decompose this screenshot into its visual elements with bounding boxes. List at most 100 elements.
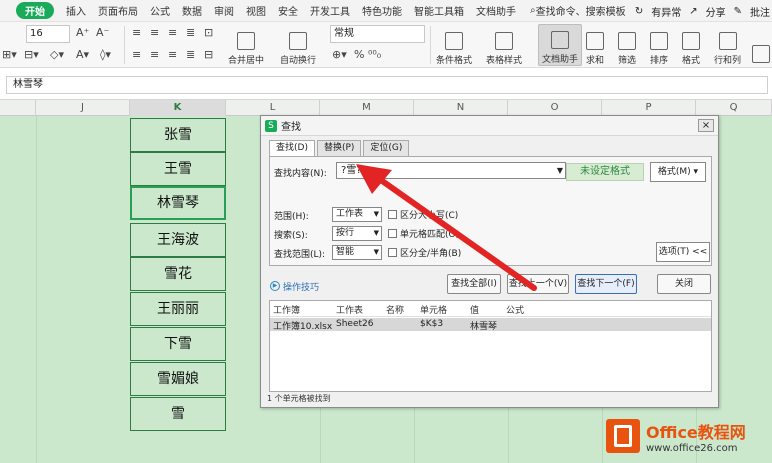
results-header-workbook: 工作簿	[273, 306, 301, 316]
column-header-o[interactable]: O	[508, 100, 602, 116]
align-bottom-icon[interactable]: ≡	[168, 26, 177, 39]
sum-button[interactable]: 求和	[586, 24, 604, 66]
border-icon[interactable]: ⊞▾	[2, 48, 17, 61]
fill-bucket-icon[interactable]: ◇▾	[50, 48, 64, 61]
align-top-icon[interactable]: ≡	[132, 26, 141, 39]
look-in-select[interactable]: 智能 ▼	[332, 245, 382, 260]
filter-button[interactable]: 筛选	[618, 24, 636, 66]
orientation-icon[interactable]: ⊡	[204, 26, 213, 39]
clear-icon[interactable]: ◊▾	[100, 48, 111, 61]
format-button[interactable]: 格式	[682, 24, 700, 66]
number-format-select[interactable]: 常规	[330, 25, 425, 43]
align-left-icon[interactable]: ≡	[132, 48, 141, 61]
distribute-icon[interactable]: ⊟	[204, 48, 213, 61]
share-button[interactable]: 分享	[706, 4, 726, 19]
command-search[interactable]: ⌕ 查找命令、搜索模板	[530, 3, 626, 18]
filter-label: 筛选	[618, 56, 637, 66]
justify-icon[interactable]: ≣	[186, 48, 195, 61]
match-case-checkbox[interactable]	[388, 210, 397, 219]
row-col-button[interactable]: 行和列	[714, 24, 741, 66]
tab-goto[interactable]: 定位(G)	[363, 140, 410, 156]
menu-features[interactable]: 特色功能	[362, 3, 402, 18]
results-header-cell: 单元格	[420, 306, 448, 316]
options-toggle-button[interactable]: 选项(T) <<	[656, 242, 710, 262]
find-next-button[interactable]: 查找下一个(F)	[575, 274, 637, 294]
cell-k9[interactable]: 雪	[130, 397, 226, 431]
scope-select[interactable]: 工作表 ▼	[332, 207, 382, 222]
search-order-select[interactable]: 按行 ▼	[332, 226, 382, 241]
menu-smart-tools[interactable]: 智能工具箱	[414, 3, 464, 18]
merge-center-label: 合并居中	[228, 56, 265, 66]
conditional-format-button[interactable]: 条件格式	[436, 24, 472, 66]
align-right-icon[interactable]: ≡	[168, 48, 177, 61]
menu-dev-tools[interactable]: 开发工具	[310, 3, 350, 18]
sort-button[interactable]: 排序	[650, 24, 668, 66]
column-header-l[interactable]: L	[226, 100, 320, 116]
sync-status[interactable]: 有异常	[651, 4, 681, 19]
menu-formula[interactable]: 公式	[150, 3, 170, 18]
whole-cell-checkbox[interactable]	[388, 229, 397, 238]
menu-security[interactable]: 安全	[278, 3, 298, 18]
cell-k5[interactable]: 雪花	[130, 257, 226, 291]
table-style-label: 表格样式	[486, 56, 523, 66]
cell-k1[interactable]: 张雪	[130, 118, 226, 152]
comment-button[interactable]: 批注	[750, 4, 770, 19]
font-color-icon[interactable]: A▾	[76, 48, 89, 61]
close-button[interactable]: 关闭	[657, 274, 711, 294]
doc-helper-button[interactable]: 文档助手	[538, 24, 583, 66]
currency-icon[interactable]: ⊕▾	[332, 48, 347, 61]
align-middle-icon[interactable]: ≡	[150, 26, 159, 39]
cell-k3-active[interactable]: 林雪琴	[130, 186, 226, 220]
menu-view[interactable]: 视图	[246, 3, 266, 18]
search-order-label: 搜索(S):	[274, 231, 308, 241]
column-header-j[interactable]: J	[36, 100, 130, 116]
font-grow-icon[interactable]: A⁺	[76, 26, 89, 39]
column-header-prev[interactable]	[0, 100, 36, 116]
office-logo-icon	[606, 419, 640, 453]
menu-review[interactable]: 审阅	[214, 3, 234, 18]
column-header-m[interactable]: M	[320, 100, 414, 116]
dialog-title-bar[interactable]: S 查找	[261, 116, 718, 136]
tab-find[interactable]: 查找(D)	[269, 140, 315, 157]
worksheet-button[interactable]	[752, 24, 770, 66]
column-header-p[interactable]: P	[602, 100, 696, 116]
cell-k8[interactable]: 雪媚娘	[130, 362, 226, 396]
column-header-k[interactable]: K	[130, 100, 226, 116]
find-content-input[interactable]: ?雪? ▼	[336, 162, 566, 179]
format-dropdown-button[interactable]: 格式(M) ▾	[650, 162, 706, 182]
column-header-n[interactable]: N	[414, 100, 508, 116]
merge-center-button[interactable]: 合并居中	[228, 24, 264, 66]
fill-color-icon[interactable]: ⊟▾	[24, 48, 39, 61]
find-previous-button[interactable]: 查找上一个(V)	[507, 274, 569, 294]
result-row[interactable]: 工作簿10.xlsx Sheet26 $K$3 林雪琴	[270, 318, 711, 332]
cell-k4[interactable]: 王海波	[130, 223, 226, 257]
cell-k7[interactable]: 下雪	[130, 327, 226, 361]
column-header-q[interactable]: Q	[696, 100, 772, 116]
menu-data[interactable]: 数据	[182, 3, 202, 18]
conditional-format-icon	[445, 32, 463, 50]
sync-icon: ↻	[634, 5, 644, 17]
row-col-icon	[718, 32, 737, 50]
align-center-icon[interactable]: ≡	[150, 48, 159, 61]
dialog-close-icon[interactable]: ×	[698, 119, 714, 132]
table-style-button[interactable]: 表格样式	[486, 24, 522, 66]
menu-insert[interactable]: 插入	[66, 3, 86, 18]
formula-input[interactable]: 林雪琴	[6, 76, 768, 94]
percent-format[interactable]: % ⁰⁰₀	[354, 48, 381, 61]
menu-page-layout[interactable]: 页面布局	[98, 3, 138, 18]
font-size-select[interactable]: 16	[26, 25, 70, 43]
full-half-width-checkbox[interactable]	[388, 248, 397, 257]
cell-k6[interactable]: 王丽丽	[130, 292, 226, 326]
watermark: Office教程网 www.office26.com	[606, 409, 772, 463]
font-shrink-icon[interactable]: A⁻	[96, 26, 109, 39]
cell-k2[interactable]: 王雪	[130, 152, 226, 186]
wrap-left-icon[interactable]: ≣	[186, 26, 195, 39]
tips-link[interactable]: 操作技巧	[283, 280, 319, 293]
chevron-down-icon[interactable]: ▼	[557, 163, 563, 178]
tab-replace[interactable]: 替换(P)	[316, 140, 362, 156]
result-value: 林雪琴	[470, 322, 498, 332]
menu-doc-helper[interactable]: 文档助手	[476, 3, 516, 18]
menu-start-tab[interactable]: 开始	[16, 2, 54, 19]
auto-wrap-button[interactable]: 自动换行	[280, 24, 316, 66]
find-all-button[interactable]: 查找全部(I)	[447, 274, 501, 294]
